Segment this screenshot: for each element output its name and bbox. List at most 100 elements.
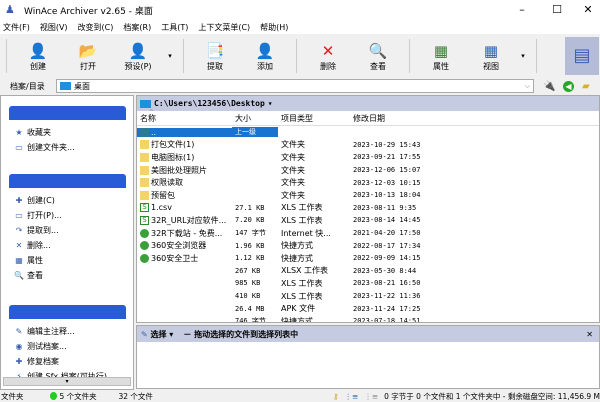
folder-up-icon[interactable]: ▰ — [582, 81, 590, 92]
maximize-button[interactable]: ☐ — [547, 3, 567, 16]
table-row[interactable]: 267 KB XLSX 工作表 2023-05-30 8:44 — [137, 265, 599, 278]
chevron-down-icon[interactable]: ▾ — [268, 99, 273, 108]
menu-item[interactable]: 上下文菜单(C) — [198, 22, 250, 33]
new-folder-icon: ▭ — [15, 143, 23, 152]
toolbar-button-open-folder[interactable]: 📂 打开 — [63, 36, 113, 76]
chevron-down-icon[interactable]: ⌵ — [525, 82, 530, 91]
column-size[interactable]: 大小 — [232, 113, 278, 124]
cell-type: 快捷方式 — [281, 241, 313, 251]
status-files: 32 个文件 — [118, 391, 153, 401]
app-icon: ♟ — [5, 3, 15, 16]
table-row[interactable]: S 32R_URL对应软件... 7.20 KB XLS 工作表 2023-08-14 … — [137, 214, 599, 227]
table-row[interactable]: 360安全卫士 1.12 KB 快捷方式 2022-09-09 14:15 — [137, 252, 599, 265]
toolbar-button-create[interactable]: 👤 创建 — [13, 36, 63, 76]
open-icon: ▭ — [15, 211, 23, 220]
cell-date: 2023-09-21 17:55 — [353, 153, 421, 162]
toolbar-button-preset[interactable]: 👤 预设(P) — [113, 36, 163, 76]
sidebar-scroll-button[interactable]: ▾ — [3, 377, 131, 386]
file-name: .. — [151, 127, 157, 137]
toolbar-button-delete[interactable]: ✕ 删除 — [303, 36, 353, 76]
menu-item[interactable]: 改变到(C) — [78, 22, 114, 33]
sort-arrow-icon: ^ — [149, 109, 155, 116]
extract-to-icon: ↷ — [15, 226, 23, 235]
toolbar-button-view-mode[interactable]: ▦ 视图 — [466, 36, 516, 76]
table-row[interactable]: 32R下载站 - 免费... 147 字节 Internet 快... 2021-04… — [137, 227, 599, 240]
sidebar-item[interactable]: ↷ 提取到... — [14, 225, 59, 236]
sidebar-item[interactable]: ✕ 删除... — [14, 240, 51, 251]
column-header: ^ 名称 大小 项目类型 修改日期 — [137, 109, 599, 126]
column-type[interactable]: 项目类型 — [278, 113, 350, 124]
cell-name: 360安全卫士 — [137, 253, 232, 264]
table-row[interactable]: 985 KB XLS 工作表 2023-08-21 16:50 — [137, 277, 599, 290]
table-row[interactable]: 预留包 文件夹 2023-10-13 18:04 — [137, 189, 599, 202]
cell-date: 2023-12-03 10:15 — [353, 178, 421, 187]
tree-icon: ⋮≡ — [344, 391, 359, 401]
menu-item[interactable]: 视图(V) — [40, 22, 68, 33]
toolbar-button-extract[interactable]: 📑 提取 — [190, 36, 240, 76]
column-date[interactable]: 修改日期 — [350, 113, 437, 124]
table-row[interactable]: 电脑图标(1) 文件夹 2023-09-21 17:55 — [137, 151, 599, 164]
dropdown-arrow-icon[interactable]: ▾ — [163, 52, 177, 60]
sidebar-item-label: 属性 — [27, 256, 43, 265]
table-row[interactable]: 746 字节 快捷方式 2023-07-18 14:51 — [137, 315, 599, 322]
menu-item[interactable]: 档案(R) — [123, 22, 151, 33]
sidebar-item-label: 删除... — [27, 241, 51, 250]
table-row[interactable]: .. 上一级 — [137, 126, 599, 139]
sidebar-item[interactable]: ✚ 修复档案 — [14, 356, 59, 367]
table-row[interactable]: S 1.csv 27.1 KB XLS 工作表 2023-08-11 9:35 — [137, 202, 599, 215]
cell-name: 权限读取 — [137, 177, 232, 188]
cell-size: 1.96 KB — [235, 241, 265, 250]
toolbar: 👤 创建 📂 打开 👤 预设(P) ▾ 📑 提取 👤 添加 ✕ 删除 🔍 查看 ▦ 属性 ▦ 视图 ▾ — [0, 36, 600, 76]
cell-date: 2023-12-06 15:07 — [353, 166, 421, 175]
table-row[interactable]: 权限读取 文件夹 2023-12-03 10:15 — [137, 176, 599, 189]
back-icon[interactable]: ◀ — [563, 80, 574, 92]
table-row[interactable]: 打包文件(1) 文件夹 2023-10-29 15:43 — [137, 139, 599, 152]
sidebar-group-header[interactable] — [9, 305, 126, 319]
cell-name: S 1.csv — [137, 203, 232, 213]
sidebar-item[interactable]: ✎ 编辑主注释... — [14, 326, 75, 337]
toolbar-button-properties[interactable]: ▦ 属性 — [416, 36, 466, 76]
table-row[interactable]: 410 KB XLS 工作表 2023-11-22 11:36 — [137, 290, 599, 303]
delete-icon: ✕ — [321, 41, 335, 60]
cell-name: 电脑图标(1) — [137, 152, 232, 163]
table-row[interactable]: 美图批处理照片 文件夹 2023-12-06 15:07 — [137, 164, 599, 177]
table-row[interactable]: 26.4 MB APK 文件 2023-11-24 17:25 — [137, 302, 599, 315]
properties-icon: ▦ — [433, 41, 449, 60]
menu-item[interactable]: 工具(T) — [161, 22, 188, 33]
sidebar-item[interactable]: ▭ 创建文件夹... — [14, 142, 75, 153]
create-icon: 👤 — [28, 41, 48, 60]
sidebar-item[interactable]: 🔍 查看 — [14, 270, 43, 281]
sidebar-item[interactable]: ★ 收藏夹 — [14, 127, 51, 138]
sidebar-item[interactable]: ▭ 打开(P)... — [14, 210, 61, 221]
connect-icon[interactable]: 🔌 — [543, 81, 555, 92]
sidebar-item[interactable]: ▦ 属性 — [14, 255, 43, 266]
file-name: 32R下载站 - 免费... — [151, 228, 223, 238]
sidebar-item-label: 创建文件夹... — [27, 143, 75, 152]
key-icon: ⚷ — [333, 391, 339, 401]
panel-toggle-button[interactable]: ▤ — [565, 37, 599, 75]
sidebar-item[interactable]: ◉ 测试档案... — [14, 341, 67, 352]
menu-item[interactable]: 帮助(H) — [260, 22, 288, 33]
sidebar-item-label: 收藏夹 — [27, 128, 51, 137]
close-button[interactable]: ✕ — [578, 3, 598, 16]
selection-menu[interactable]: ✎ 选择 ▾ — [141, 329, 173, 340]
address-combobox[interactable]: 桌面 ⌵ — [56, 79, 534, 93]
menu-item[interactable]: 文件(F) — [3, 22, 30, 33]
sidebar-item-label: 创建(C) — [27, 196, 55, 205]
preset-icon: 👤 — [128, 41, 148, 60]
comment-icon: ✎ — [15, 327, 23, 336]
toolbar-button-label: 添加 — [257, 61, 273, 71]
table-row[interactable]: 360安全浏览器 1.96 KB 快捷方式 2022-08-17 17:34 — [137, 239, 599, 252]
path-bar[interactable]: C:\Users\123456\Desktop ▾ — [137, 96, 599, 111]
sidebar-group-header[interactable] — [9, 106, 126, 120]
window-title: WinAce Archiver v2.65 - 桌面 — [24, 6, 153, 17]
toolbar-button-view[interactable]: 🔍 查看 — [353, 36, 403, 76]
close-selection-button[interactable]: ✕ — [586, 330, 593, 339]
extract-icon: 📑 — [205, 41, 225, 60]
minimize-button[interactable]: – — [512, 3, 532, 16]
toolbar-button-add[interactable]: 👤 添加 — [240, 36, 290, 76]
sidebar-group-header[interactable] — [9, 174, 126, 188]
dropdown-arrow-icon[interactable]: ▾ — [516, 52, 530, 60]
sidebar-item[interactable]: ✚ 创建(C) — [14, 195, 55, 206]
cell-date: 2022-09-09 14:15 — [353, 254, 421, 263]
